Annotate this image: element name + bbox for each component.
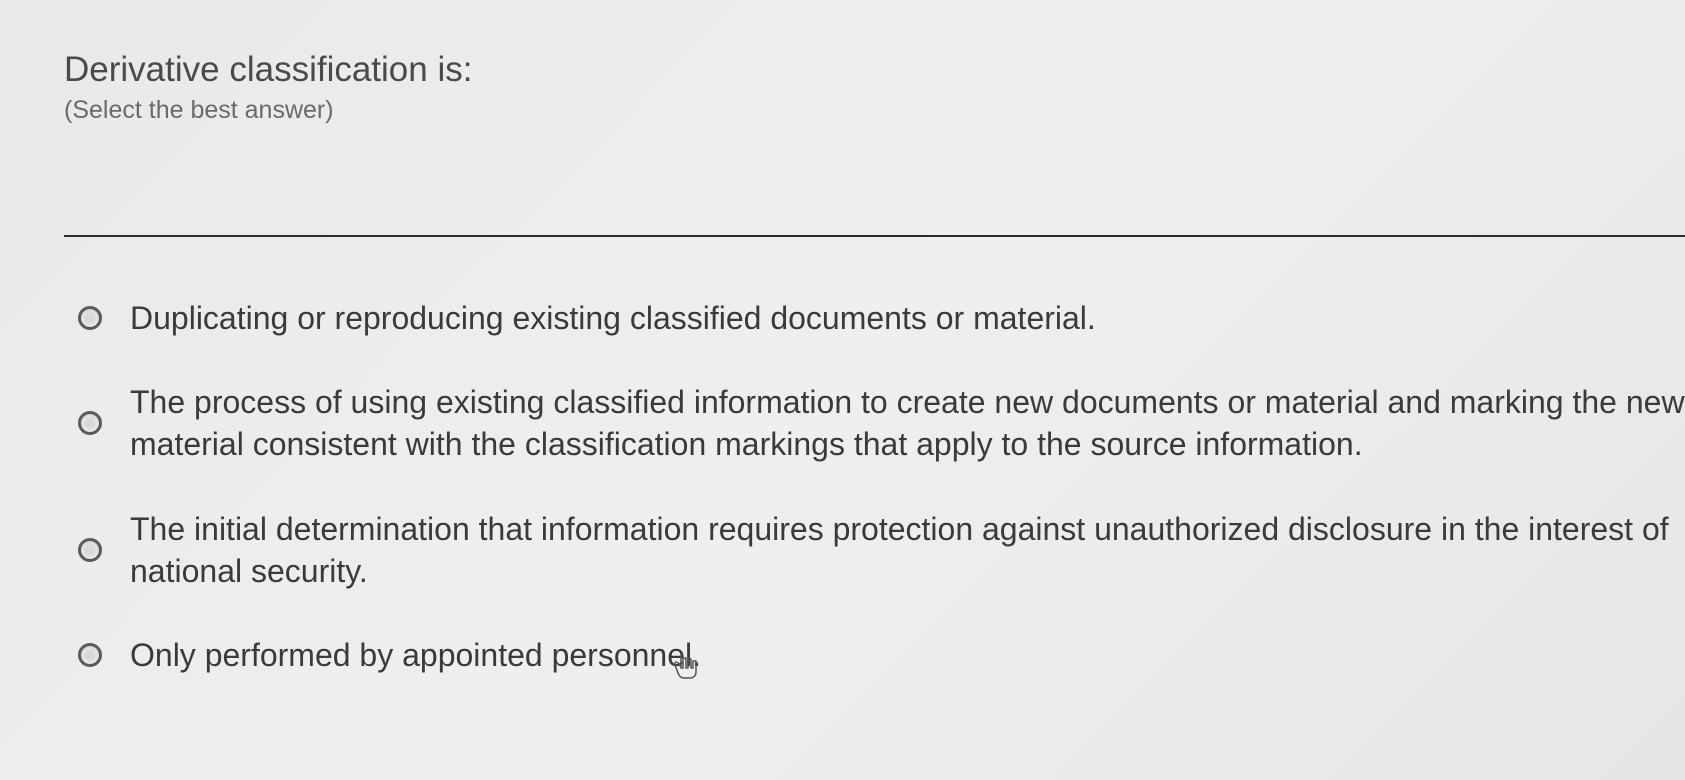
question-header: Derivative classification is: (Select th… xyxy=(64,50,1685,125)
radio-button[interactable] xyxy=(78,306,102,330)
option-row[interactable]: The process of using existing classified… xyxy=(78,381,1685,465)
question-instruction: (Select the best answer) xyxy=(64,96,1685,125)
question-prompt: Derivative classification is: xyxy=(64,50,1685,90)
radio-button[interactable] xyxy=(78,643,102,667)
option-row[interactable]: The initial determination that informati… xyxy=(78,508,1685,592)
option-row[interactable]: Only performed by appointed personnel. xyxy=(78,634,1685,676)
section-divider xyxy=(64,235,1685,237)
radio-button[interactable] xyxy=(78,538,102,562)
options-list: Duplicating or reproducing existing clas… xyxy=(64,297,1685,676)
option-row[interactable]: Duplicating or reproducing existing clas… xyxy=(78,297,1685,339)
option-text: The initial determination that informati… xyxy=(130,508,1685,592)
radio-button[interactable] xyxy=(78,411,102,435)
option-text: Only performed by appointed personnel. xyxy=(130,634,701,676)
option-text: Duplicating or reproducing existing clas… xyxy=(130,297,1096,339)
option-text: The process of using existing classified… xyxy=(130,381,1685,465)
